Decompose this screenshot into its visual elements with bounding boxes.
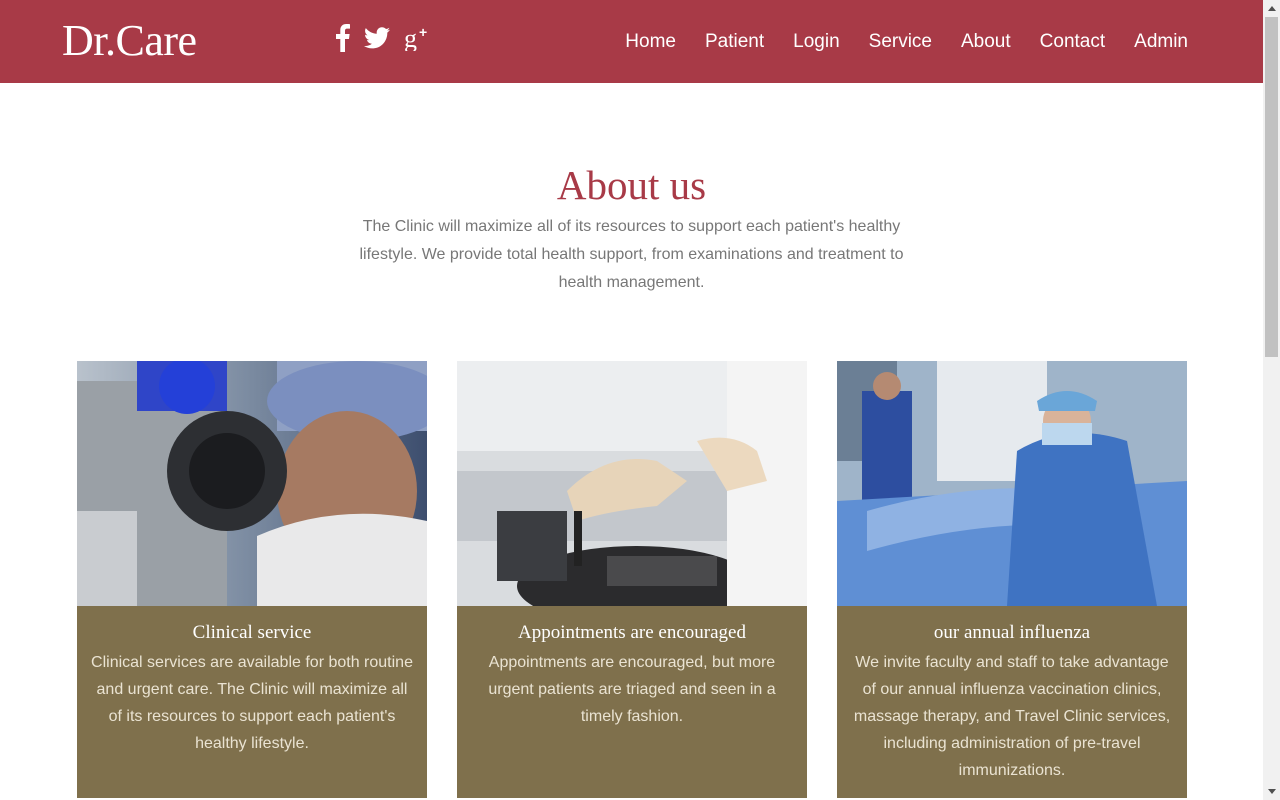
about-title: About us	[556, 162, 707, 208]
scroll-thumb[interactable]	[1265, 17, 1278, 357]
card-annual-influenza: our annual influenza We invite faculty a…	[837, 361, 1187, 798]
nav-about[interactable]: About	[961, 29, 1011, 55]
card-text: We invite faculty and staff to take adva…	[853, 654, 1171, 779]
facebook-icon[interactable]	[336, 23, 350, 57]
page-scrollbar[interactable]	[1263, 0, 1280, 800]
card-clinical-service: Clinical service Clinical services are a…	[77, 361, 427, 798]
nav-admin[interactable]: Admin	[1134, 29, 1188, 55]
scroll-down-arrow-icon[interactable]	[1263, 783, 1280, 800]
svg-text:+: +	[419, 25, 427, 40]
lab-test-tube-photo	[457, 361, 807, 606]
nav-login[interactable]: Login	[793, 29, 840, 55]
card-appointments: Appointments are encouraged Appointments…	[457, 361, 807, 798]
nav-service[interactable]: Service	[869, 29, 932, 55]
scroll-up-arrow-icon[interactable]	[1263, 0, 1280, 17]
card-title: Appointments are encouraged	[518, 622, 746, 643]
svg-text:g: g	[404, 25, 417, 51]
nav-home[interactable]: Home	[625, 29, 676, 55]
doctor-microscope-photo	[77, 361, 427, 606]
surgery-room-photo	[837, 361, 1187, 606]
card-title: Clinical service	[192, 622, 312, 643]
google-plus-icon[interactable]: g +	[404, 24, 432, 56]
main-nav: Home Patient Login Service About Contact…	[625, 29, 1188, 55]
social-links: g +	[336, 23, 432, 57]
nav-contact[interactable]: Contact	[1040, 29, 1105, 55]
card-text: Clinical services are available for both…	[91, 654, 413, 752]
about-description: The Clinic will maximize all of its reso…	[359, 218, 904, 291]
top-header: Dr.Care g + Home Patient Login Service Ab…	[0, 0, 1263, 83]
twitter-icon[interactable]	[364, 26, 390, 54]
site-logo[interactable]: Dr.Care	[62, 16, 197, 66]
card-text: Appointments are encouraged, but more ur…	[488, 654, 776, 725]
nav-patient[interactable]: Patient	[705, 29, 764, 55]
card-title: our annual influenza	[933, 622, 1091, 643]
